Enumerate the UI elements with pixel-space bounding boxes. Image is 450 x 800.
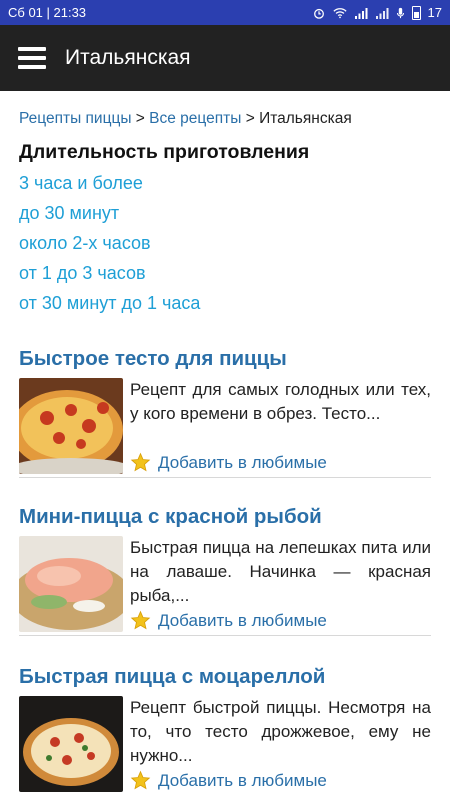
add-to-favorites-label: Добавить в любимые [158,610,327,630]
battery-icon [411,5,421,20]
add-to-favorites-button[interactable]: Добавить в любимые [130,610,431,631]
filter-option-under-30m[interactable]: до 30 минут [19,198,431,228]
recipe-card: Быстрая пицца с моцареллой Рецепт быстро… [19,664,431,800]
breadcrumb-link-all-recipes[interactable]: Все рецепты [149,110,241,127]
breadcrumb-separator: > [131,110,150,127]
app-bar: Итальянская [0,25,450,91]
recipe-card: Мини-пицца с красной рыбой Быстрая пицца… [19,504,431,636]
filter-option-about-2h[interactable]: около 2-х часов [19,228,431,258]
filter-title: Длительность приготовления [19,141,310,163]
page-title: Итальянская [65,46,191,69]
recipe-card: Быстрое тесто для пиццы Рецепт для самых… [19,346,431,478]
breadcrumb-current: Итальянская [259,110,352,127]
breadcrumb-link-pizza-recipes[interactable]: Рецепты пиццы [19,110,132,127]
recipe-description: Быстрая пицца на лепешках пита или на ла… [130,538,431,605]
recipe-title-link[interactable]: Быстрое тесто для пиццы [19,346,431,372]
recipe-description: Рецепт быстрой пиццы. Несмотря на то, чт… [130,698,431,765]
recipe-thumbnail-image[interactable] [19,536,123,632]
add-to-favorites-button[interactable]: Добавить в любимые [130,452,431,473]
filter-option-30m-to-1h[interactable]: от 30 минут до 1 часа [19,288,431,318]
add-to-favorites-label: Добавить в любимые [158,770,327,790]
breadcrumb: Рецепты пиццы > Все рецепты > Итальянска… [19,110,431,128]
status-icons: 17 [312,5,442,20]
add-to-favorites-label: Добавить в любимые [158,452,327,472]
recipe-title-link[interactable]: Быстрая пицца с моцареллой [19,664,431,690]
main-content: Рецепты пиццы > Все рецепты > Итальянска… [19,91,431,800]
signal-icon [354,7,368,19]
mic-icon [396,7,404,18]
status-bar: Сб 01 | 21:33 17 [0,0,450,25]
star-icon [130,452,151,472]
duration-filter-list: 3 часа и более до 30 минут около 2-х час… [19,168,431,318]
recipe-thumbnail-image[interactable] [19,696,123,792]
wifi-icon [332,7,347,18]
filter-option-1-to-3h[interactable]: от 1 до 3 часов [19,258,431,288]
alarm-icon [313,8,324,19]
add-to-favorites-button[interactable]: Добавить в любимые [130,770,431,791]
recipe-title-link[interactable]: Мини-пицца с красной рыбой [19,504,431,530]
battery-level: 17 [427,5,442,20]
recipe-description: Рецепт для самых голодных или тех, у ког… [130,380,431,423]
status-time: Сб 01 | 21:33 [8,5,87,20]
recipe-thumbnail-image[interactable] [19,378,123,474]
star-icon [130,770,151,790]
filter-option-3h-plus[interactable]: 3 часа и более [19,168,431,198]
star-icon [130,610,151,630]
signal-icon-2 [375,7,389,19]
breadcrumb-separator: > [241,110,260,127]
hamburger-menu-icon[interactable] [18,47,46,69]
